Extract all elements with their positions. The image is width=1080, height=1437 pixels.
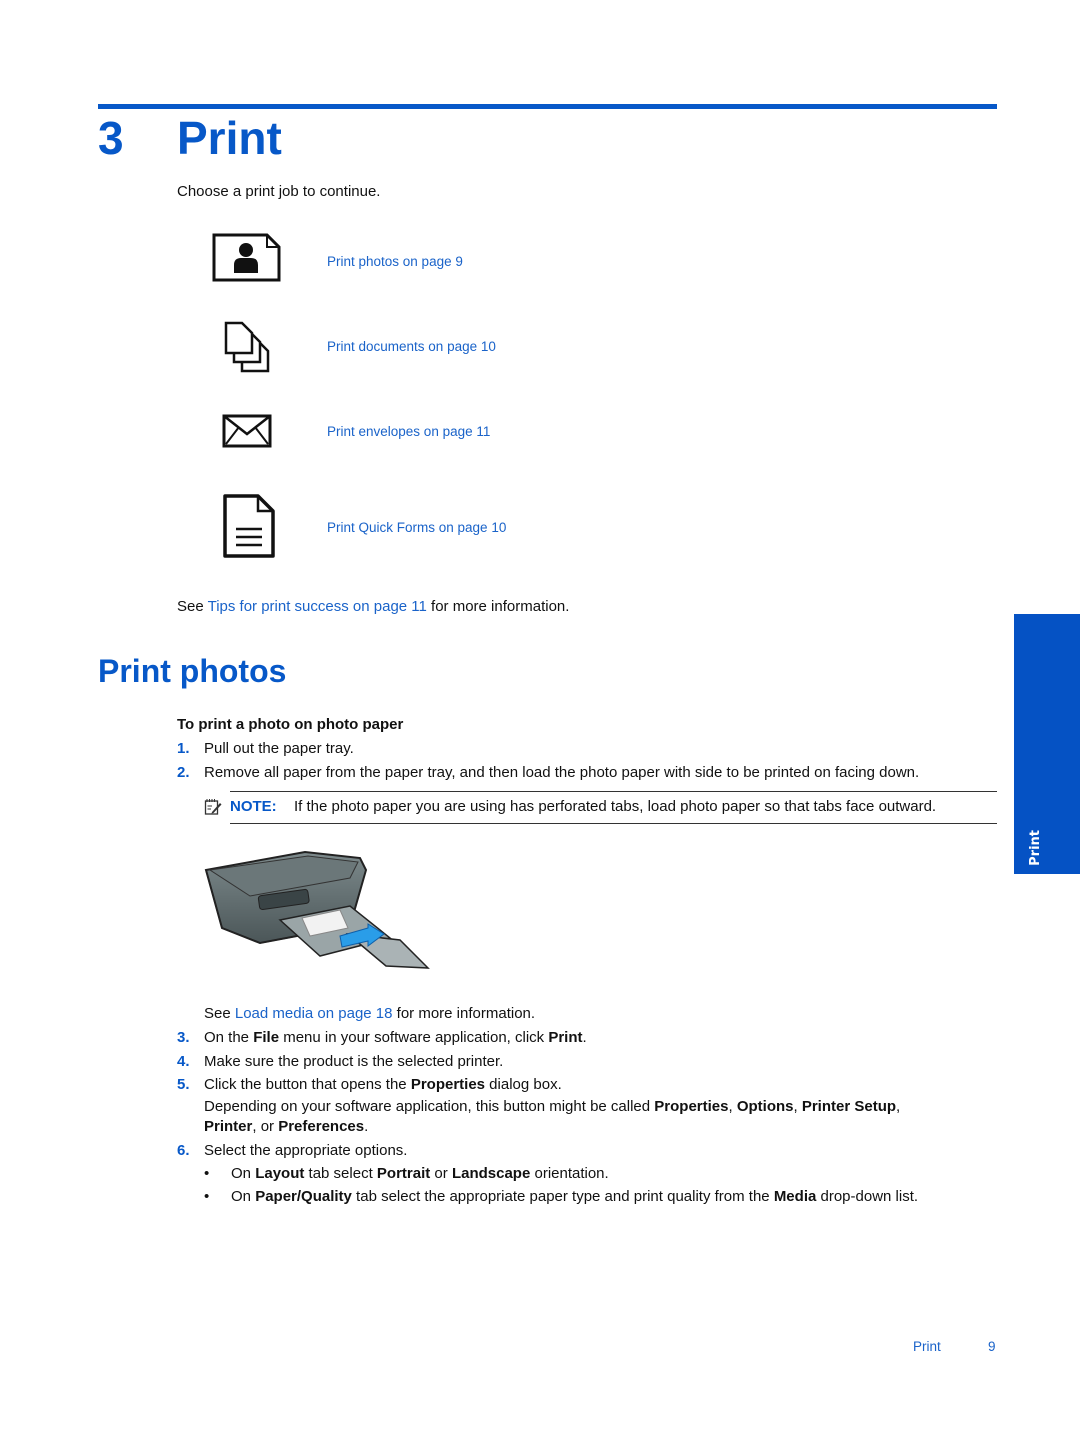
step-text: Select the appropriate options. <box>204 1142 408 1159</box>
chapter-rule <box>98 104 997 109</box>
section-title: Print photos <box>98 653 287 689</box>
footer-page-number: 9 <box>988 1339 996 1354</box>
see-load-media: See Load media on page 18 for more infor… <box>204 1005 536 1022</box>
intro-text: Choose a print job to continue. <box>177 183 381 200</box>
step-number: 2. <box>177 764 190 781</box>
tips-link[interactable]: Tips for print success on page 11 <box>208 598 427 615</box>
print-job-quick-forms[interactable]: Print Quick Forms on page 10 <box>205 492 605 562</box>
note-text: If the photo paper you are using has per… <box>294 798 937 815</box>
print-job-documents[interactable]: Print documents on page 10 <box>205 312 605 382</box>
bullet-dot: • <box>204 1165 210 1182</box>
chapter-side-tab[interactable]: Print <box>1014 614 1080 874</box>
step-text: Make sure the product is the selected pr… <box>204 1053 504 1070</box>
step-text: Pull out the paper tray. <box>204 740 354 757</box>
step-number: 5. <box>177 1076 190 1093</box>
photo-icon <box>210 230 284 286</box>
envelope-icon <box>221 413 273 449</box>
note-top-rule <box>230 791 997 792</box>
note-bottom-rule <box>230 823 997 824</box>
note-label: NOTE: <box>230 798 277 815</box>
step-number: 3. <box>177 1029 190 1046</box>
tips-paragraph: See Tips for print success on page 11 fo… <box>177 598 570 615</box>
step-text: Remove all paper from the paper tray, an… <box>204 764 920 781</box>
step-text: On the File menu in your software applic… <box>204 1029 587 1046</box>
print-documents-link[interactable]: Print documents on page 10 <box>327 339 496 355</box>
print-photos-link[interactable]: Print photos on page 9 <box>327 254 463 270</box>
print-envelopes-link[interactable]: Print envelopes on page 11 <box>327 424 490 440</box>
procedure-title: To print a photo on photo paper <box>177 716 404 733</box>
quick-forms-icon <box>221 492 277 560</box>
print-job-envelopes[interactable]: Print envelopes on page 11 <box>205 397 605 467</box>
step-text: Click the button that opens the Properti… <box>204 1076 562 1093</box>
note-pad-icon <box>204 798 222 816</box>
bullet-dot: • <box>204 1188 210 1205</box>
print-job-photos[interactable]: Print photos on page 9 <box>205 227 605 297</box>
printer-illustration <box>200 848 432 976</box>
load-media-link[interactable]: Load media on page 18 <box>235 1005 393 1022</box>
chapter-title: Print <box>177 112 282 164</box>
step-5-detail-line-1: Depending on your software application, … <box>204 1098 901 1115</box>
step-number: 1. <box>177 740 190 757</box>
documents-icon <box>222 320 272 374</box>
print-quick-forms-link[interactable]: Print Quick Forms on page 10 <box>327 520 506 536</box>
step-5-detail-line-2: Printer, or Preferences. <box>204 1118 369 1135</box>
step-number: 6. <box>177 1142 190 1159</box>
chapter-number: 3 <box>98 112 124 164</box>
side-tab-label: Print <box>1028 830 1043 866</box>
footer-section-name: Print <box>913 1339 941 1354</box>
step-number: 4. <box>177 1053 190 1070</box>
